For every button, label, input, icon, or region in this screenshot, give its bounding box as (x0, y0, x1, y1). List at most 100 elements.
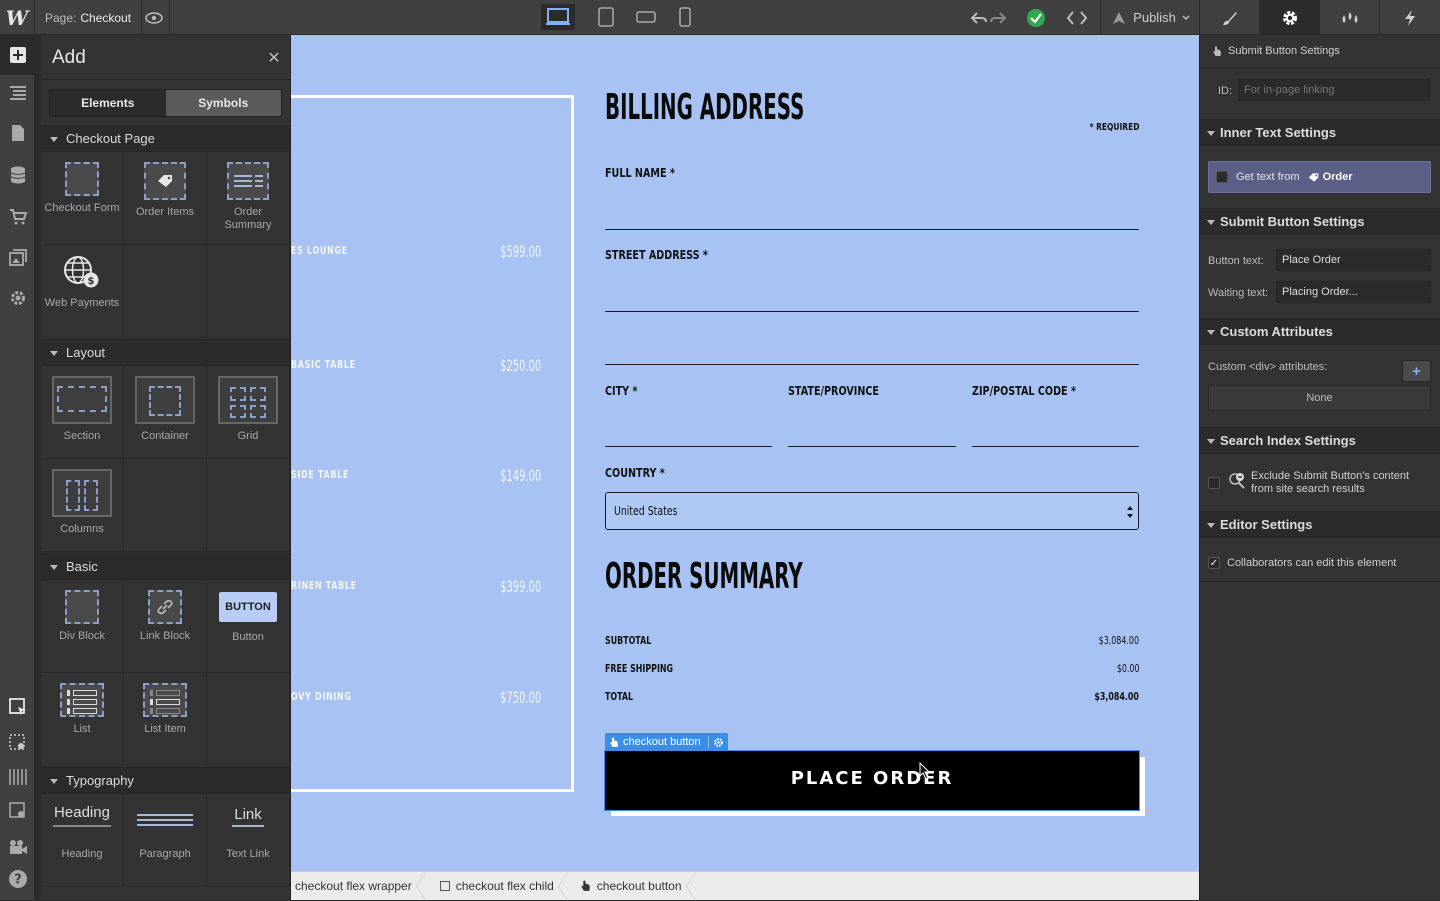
tab-interactions[interactable] (1319, 0, 1379, 35)
add-panel-icon[interactable] (0, 35, 35, 75)
help-icon[interactable]: ? (0, 859, 35, 899)
section-submit-button-settings[interactable]: Submit Button Settings (1200, 208, 1440, 235)
element-section[interactable]: Section (41, 366, 124, 459)
navigator-icon[interactable] (0, 73, 35, 113)
breadcrumb-item[interactable]: checkout flex wrapper (291, 871, 426, 901)
element-text-link[interactable]: Link Text Link (207, 794, 290, 887)
desktop-view-icon[interactable] (541, 4, 575, 30)
get-text-from-binding[interactable]: Get text from Order (1208, 161, 1431, 193)
zip-input[interactable] (972, 446, 1139, 447)
brush-icon (1222, 11, 1237, 25)
selected-element-tag[interactable]: checkout button (605, 733, 728, 751)
mobile-landscape-icon[interactable] (629, 4, 663, 30)
id-input[interactable]: For in-page linking (1238, 79, 1430, 101)
section-basic[interactable]: Basic (41, 553, 290, 580)
publish-status-icon[interactable] (1020, 0, 1052, 35)
tab-elements[interactable]: Elements (50, 90, 166, 116)
tab-style[interactable] (1199, 0, 1259, 35)
lightning-icon (1405, 9, 1415, 26)
custom-attributes-label: Custom <div> attributes: (1208, 361, 1328, 373)
tab-symbols[interactable]: Symbols (165, 90, 281, 116)
publish-button[interactable]: Publish (1100, 0, 1200, 35)
tablet-view-icon[interactable] (589, 4, 623, 30)
element-button[interactable]: BUTTON Button (207, 580, 290, 673)
element-label: Order Summary (224, 206, 272, 231)
element-paragraph[interactable]: Paragraph (124, 794, 207, 887)
section-editor-settings[interactable]: Editor Settings (1200, 511, 1440, 538)
element-link-block[interactable]: Link Block (124, 580, 207, 673)
page-selector[interactable]: Page: Checkout (35, 0, 143, 35)
element-checkout-form[interactable]: Checkout Form (41, 152, 124, 245)
section-typography[interactable]: Typography (41, 767, 290, 794)
element-order-items[interactable]: Order Items (124, 152, 207, 245)
globe-payment-icon: $ (64, 256, 99, 288)
section-inner-text-settings[interactable]: Inner Text Settings (1200, 119, 1440, 146)
element-label: Columns (60, 523, 104, 535)
gear-icon (1282, 10, 1297, 25)
cms-database-icon[interactable] (0, 155, 35, 195)
exclude-search-checkbox[interactable] (1208, 477, 1220, 489)
element-div-block[interactable]: Div Block (41, 580, 124, 673)
element-order-summary[interactable]: Order Summary (207, 152, 290, 245)
full-name-label: FULL NAME * (605, 166, 675, 180)
breadcrumb-item[interactable]: checkout flex child (426, 871, 568, 901)
webflow-logo[interactable]: W (0, 0, 35, 35)
element-web-payments[interactable]: $ Web Payments (41, 245, 124, 338)
style-manager-icon[interactable] (0, 791, 35, 831)
element-list-item[interactable]: List Item (124, 673, 207, 766)
pages-icon[interactable] (0, 113, 35, 153)
chevron-down-icon (1182, 14, 1190, 20)
element-label: Container (141, 430, 189, 442)
empty-cell (207, 673, 290, 766)
summary-value: $0.00 (1116, 662, 1139, 675)
section-search-index-settings[interactable]: Search Index Settings (1200, 427, 1440, 454)
element-label: Text Link (226, 848, 270, 860)
country-select[interactable]: United States (605, 492, 1139, 530)
button-text-label: Button text: (1208, 255, 1264, 267)
close-icon[interactable]: ✕ (265, 48, 283, 67)
select-element-icon[interactable] (0, 687, 35, 727)
code-export-icon[interactable] (1060, 0, 1094, 35)
item-price: $149.00 (499, 466, 541, 485)
full-name-input[interactable] (605, 229, 1139, 230)
street-address-input[interactable] (605, 311, 1139, 312)
div-block-icon (439, 881, 450, 891)
element-container[interactable]: Container (124, 366, 207, 459)
place-order-button[interactable]: PLACE ORDER (604, 750, 1140, 811)
ecommerce-cart-icon[interactable] (0, 197, 35, 237)
breadcrumb-label: checkout flex wrapper (295, 879, 412, 893)
section-layout[interactable]: Layout (41, 339, 290, 366)
element-grid[interactable]: Grid (207, 366, 290, 459)
container-icon (135, 376, 195, 424)
project-settings-icon[interactable] (0, 278, 35, 318)
waiting-text-input[interactable]: Placing Order... (1276, 281, 1431, 303)
street-address-line2-input[interactable] (605, 364, 1139, 365)
id-label: ID: (1218, 85, 1233, 97)
breadcrumb-item[interactable]: checkout button (568, 871, 696, 901)
section-checkout-page[interactable]: Checkout Page (41, 125, 290, 152)
tab-settings[interactable] (1259, 0, 1319, 35)
element-columns[interactable]: Columns (41, 459, 124, 552)
assets-icon[interactable] (0, 238, 35, 278)
element-list[interactable]: List (41, 673, 124, 766)
preview-eye-icon[interactable] (138, 0, 170, 35)
city-input[interactable] (605, 446, 772, 447)
required-note: * REQUIRED (1089, 122, 1139, 133)
get-text-checkbox[interactable] (1216, 171, 1228, 183)
tab-lightning[interactable] (1379, 0, 1440, 35)
gear-icon[interactable] (713, 737, 724, 748)
summary-row-subtotal: SUBTOTAL $3,084.00 (605, 634, 1139, 650)
search-exclude-icon (1229, 473, 1245, 489)
state-input[interactable] (788, 446, 956, 447)
button-text-input[interactable]: Place Order (1276, 249, 1431, 271)
design-canvas[interactable]: ES LOUNGE $599.00 BASIC TABLE $250.00 SI… (291, 35, 1199, 871)
element-label: Button (232, 631, 264, 643)
add-attribute-button[interactable]: + (1402, 360, 1431, 382)
section-custom-attributes[interactable]: Custom Attributes (1200, 318, 1440, 345)
redo-icon[interactable] (988, 0, 1008, 35)
element-label: Div Block (59, 630, 105, 642)
collaborators-edit-checkbox[interactable]: ✓ (1208, 557, 1220, 569)
mobile-portrait-icon[interactable] (668, 4, 702, 30)
element-heading[interactable]: Heading Heading (41, 794, 124, 887)
order-items-icon (144, 162, 186, 200)
